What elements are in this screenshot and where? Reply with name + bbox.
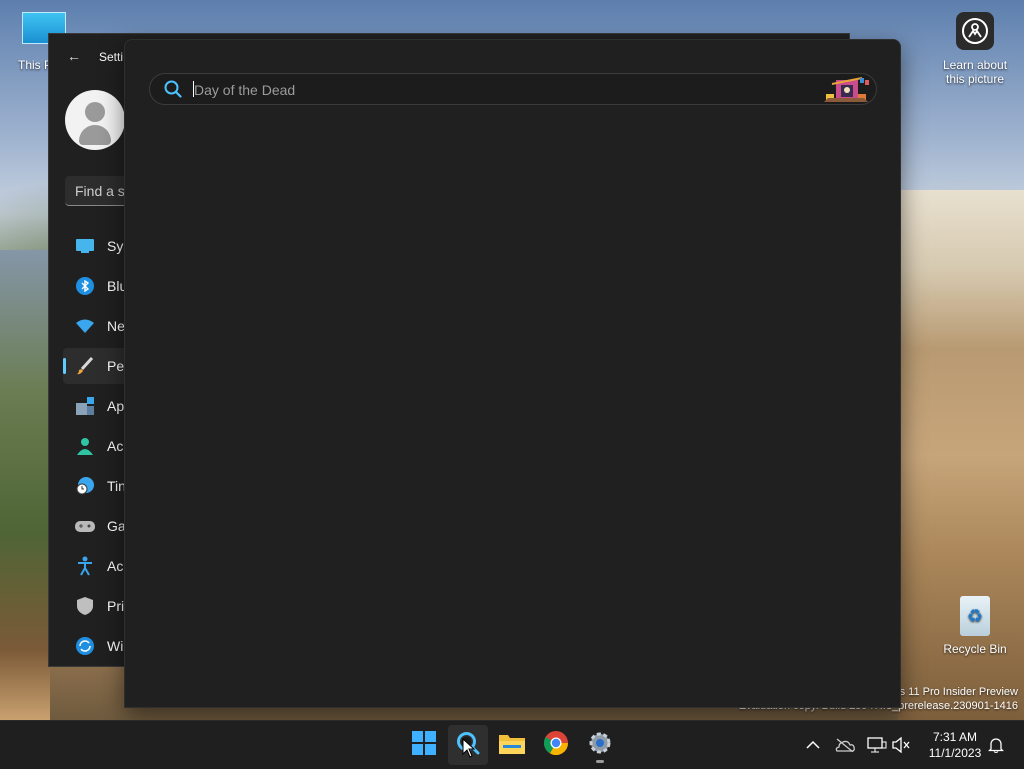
text-caret [193, 81, 194, 97]
gaming-icon [75, 516, 95, 536]
network-status-icon[interactable] [865, 733, 889, 757]
chrome-button[interactable] [536, 725, 576, 765]
apps-icon [75, 396, 95, 416]
clock-date: 11/1/2023 [928, 746, 982, 760]
recycle-bin-desktop-icon[interactable]: ♻ Recycle Bin [942, 596, 1008, 656]
personalization-icon [75, 356, 95, 376]
settings-taskbar-button[interactable] [580, 725, 620, 765]
taskbar: 7:31 AM 11/1/2023 [0, 720, 1024, 769]
search-box[interactable] [149, 73, 877, 105]
system-icon [75, 236, 95, 256]
privacy-icon [75, 596, 95, 616]
camera-info-icon [956, 12, 994, 50]
sidebar-item-label: Ac [107, 438, 124, 454]
wallpaper-left-landscape [0, 250, 50, 720]
learn-label-line1: Learn about [942, 58, 1008, 72]
recycle-bin-label: Recycle Bin [943, 642, 1007, 656]
show-hidden-icons-chevron-icon[interactable] [801, 733, 825, 757]
accessibility-icon [75, 556, 95, 576]
avatar-head [85, 102, 105, 122]
recycle-bin-icon: ♻ [960, 596, 990, 636]
active-indicator [63, 358, 66, 374]
notification-bell-icon[interactable] [984, 733, 1008, 757]
start-icon [412, 730, 436, 760]
file-explorer-icon [499, 732, 525, 759]
search-icon [164, 80, 182, 103]
sidebar-item-label: Ap [107, 398, 125, 414]
search-flyout [124, 39, 901, 708]
volume-muted-icon[interactable] [889, 733, 913, 757]
mouse-cursor-icon [462, 737, 476, 763]
accounts-icon [75, 436, 95, 456]
sidebar-item-label: Pri [107, 598, 125, 614]
sidebar-item-label: Ga [107, 518, 126, 534]
file-explorer-button[interactable] [492, 725, 532, 765]
day-of-the-dead-highlight-icon[interactable] [822, 76, 870, 107]
bluetooth-icon [75, 276, 95, 296]
learn-about-picture-icon[interactable]: Learn about this picture [938, 12, 1012, 86]
search-input[interactable] [192, 76, 796, 104]
sidebar-item-label: Pe [107, 358, 125, 374]
start-button[interactable] [404, 725, 444, 765]
avatar-body [79, 125, 111, 145]
settings-icon [588, 731, 612, 760]
sidebar-item-label: Wi [107, 638, 124, 654]
onedrive-cloud-icon[interactable] [833, 733, 857, 757]
back-arrow-icon[interactable]: ← [67, 48, 81, 64]
sidebar-item-label: Ac [107, 558, 124, 574]
clock-time: 7:31 AM [932, 730, 978, 744]
avatar[interactable] [65, 90, 125, 150]
network-icon [75, 316, 95, 336]
chrome-icon [543, 730, 568, 760]
learn-label-line2: this picture [945, 72, 1005, 86]
sidebar-item-label: Ne [107, 318, 125, 334]
system-clock[interactable]: 7:31 AM 11/1/2023 [918, 729, 992, 761]
settings-title: Setti [99, 50, 124, 64]
running-indicator [596, 760, 604, 763]
time-language-icon [75, 476, 95, 496]
windows-update-icon [75, 636, 95, 656]
